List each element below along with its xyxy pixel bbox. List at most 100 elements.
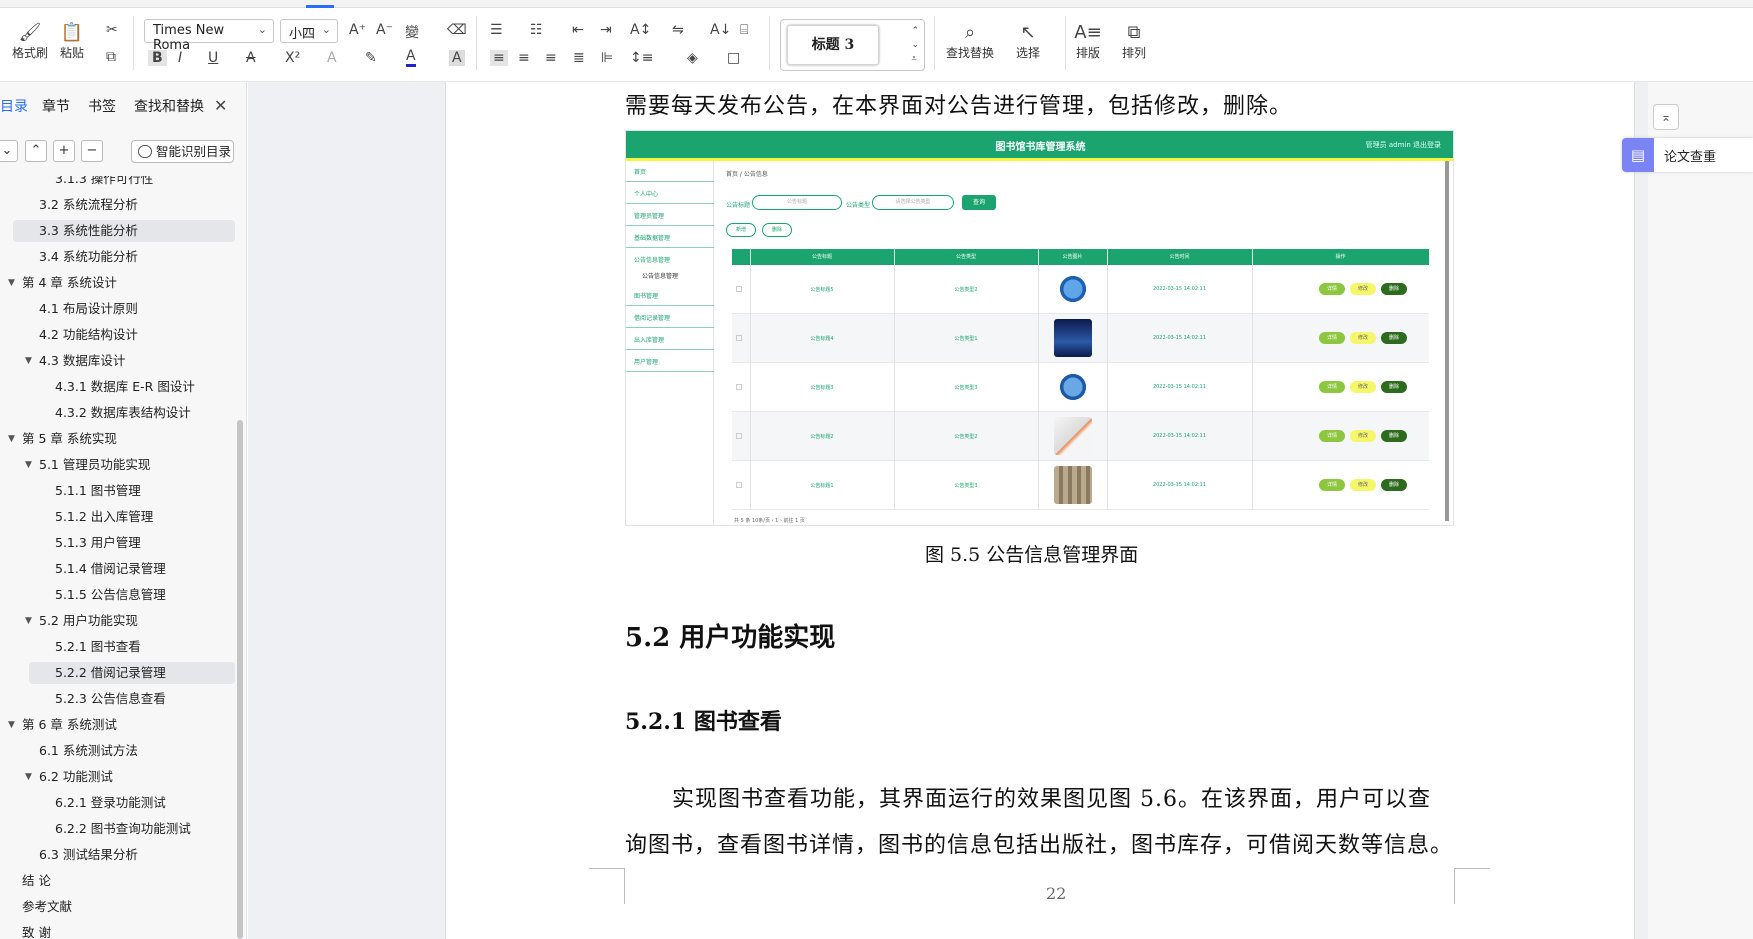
- tab-toc[interactable]: 目录: [0, 96, 28, 116]
- toc-item[interactable]: 6.1 系统测试方法: [39, 740, 138, 762]
- tab-strip: [0, 0, 1753, 8]
- toc-item[interactable]: 4.1 布局设计原则: [39, 298, 138, 320]
- level-up-button[interactable]: ⌃: [25, 140, 47, 162]
- font-name-select[interactable]: Times New Roma ⌄: [144, 19, 274, 53]
- line-spacing-icon[interactable]: ↕≡: [630, 50, 653, 66]
- toc-item[interactable]: 6.3 测试结果分析: [39, 844, 138, 866]
- grow-font-icon[interactable]: A⁺: [349, 22, 366, 38]
- figure-title-label: 公告标题: [726, 202, 751, 209]
- toc-item[interactable]: 5.1.2 出入库管理: [55, 506, 153, 528]
- figure-side-menu: 首页 个人中心 管理员管理 基础数据管理 公告信息管理 公告信息管理 图书管理 借阅记录管理出…: [626, 161, 714, 525]
- strikethrough-icon[interactable]: A: [246, 50, 256, 66]
- expand-triangle-icon[interactable]: ▼: [25, 350, 32, 372]
- decrease-indent-icon[interactable]: ⇤: [572, 22, 584, 38]
- toc-item[interactable]: 6.2.1 登录功能测试: [55, 792, 166, 814]
- paragraph-sort-icon[interactable]: ⇋: [672, 22, 684, 38]
- heading-2: 5.2 用户功能实现: [625, 623, 836, 653]
- toc-item[interactable]: 5.1.4 借阅记录管理: [55, 558, 166, 580]
- expand-triangle-icon[interactable]: ▼: [25, 610, 32, 632]
- toc-item[interactable]: 3.2 系统流程分析: [39, 194, 138, 216]
- char-shading-icon[interactable]: A: [449, 50, 465, 66]
- font-size-select[interactable]: 小四 ⌄: [280, 19, 338, 43]
- find-replace-button[interactable]: ⌕ 查找替换: [946, 20, 994, 61]
- figure-menu-divider: [626, 371, 714, 372]
- toc-item[interactable]: 致 谢: [22, 922, 51, 939]
- expand-triangle-icon[interactable]: ▼: [8, 714, 15, 736]
- border-icon[interactable]: □: [727, 50, 740, 66]
- tab-bookmarks[interactable]: 书签: [88, 96, 116, 116]
- shrink-font-icon[interactable]: A⁻: [376, 22, 393, 38]
- style-gallery[interactable]: 标题 3 ⌃ ⌄ ⩡: [780, 19, 925, 71]
- phonetic-icon[interactable]: 變: [405, 22, 419, 42]
- toc-item[interactable]: 4.3.1 数据库 E-R 图设计: [55, 376, 195, 398]
- superscript-icon[interactable]: X²: [285, 50, 300, 66]
- toc-item[interactable]: ▼ 第 5 章 系统实现: [8, 428, 117, 450]
- add-heading-button[interactable]: +: [53, 140, 75, 162]
- collapse-all-button[interactable]: ⌄: [0, 140, 18, 162]
- figure-menu-item: 公告信息管理: [642, 273, 679, 280]
- toc-item[interactable]: 参考文献: [22, 896, 72, 918]
- tab-chapters[interactable]: 章节: [42, 96, 70, 116]
- bold-icon[interactable]: B: [148, 50, 167, 66]
- text-direction-icon[interactable]: A↕: [630, 22, 651, 38]
- clear-format-icon[interactable]: ⌫: [447, 22, 467, 38]
- toc-item[interactable]: ▼ 6.2 功能测试: [25, 766, 113, 788]
- toc-item[interactable]: 5.1.3 用户管理: [55, 532, 141, 554]
- close-icon[interactable]: ✕: [214, 96, 227, 115]
- expand-triangle-icon[interactable]: ▼: [8, 272, 15, 294]
- font-color-icon[interactable]: A: [406, 48, 416, 67]
- toc-item[interactable]: ▼ 5.1 管理员功能实现: [25, 454, 150, 476]
- show-marks-icon[interactable]: ⌸: [740, 22, 748, 38]
- copy-icon[interactable]: ⧉: [106, 49, 116, 65]
- align-center-icon[interactable]: ≡: [518, 50, 530, 66]
- bullet-list-icon[interactable]: ☰: [490, 22, 503, 38]
- smart-toc-button[interactable]: 智能识别目录: [131, 140, 234, 163]
- paste-button[interactable]: 📋 粘贴: [60, 20, 84, 61]
- toc-item[interactable]: 3.1.3 操作可行性: [55, 176, 153, 190]
- toc-item[interactable]: ▼ 4.3 数据库设计: [25, 350, 125, 372]
- expand-triangle-icon[interactable]: ▼: [8, 428, 15, 450]
- cut-icon[interactable]: ✂: [106, 22, 118, 38]
- toc-item[interactable]: 4.3.2 数据库表结构设计: [55, 402, 191, 424]
- highlight-icon[interactable]: ✎: [365, 50, 377, 66]
- sidebar-scrollbar[interactable]: [237, 420, 243, 939]
- arrange-button[interactable]: ⧉ 排列: [1122, 20, 1146, 61]
- remove-heading-button[interactable]: −: [81, 140, 103, 162]
- toc-item-label: 5.1.2 出入库管理: [55, 509, 154, 524]
- toc-item[interactable]: 5.2.3 公告信息查看: [55, 688, 166, 710]
- distribute-icon[interactable]: ⊫: [601, 50, 613, 66]
- toc-item[interactable]: ▼ 第 6 章 系统测试: [8, 714, 117, 736]
- italic-icon[interactable]: I: [178, 50, 182, 66]
- toc-item[interactable]: 4.2 功能结构设计: [39, 324, 138, 346]
- toc-item[interactable]: 5.2.2 借阅记录管理: [29, 662, 235, 684]
- style-scroll-arrows[interactable]: ⌃ ⌄ ⩡: [911, 24, 919, 66]
- toc-item[interactable]: 结 论: [22, 870, 51, 892]
- toc-item[interactable]: 3.4 系统功能分析: [39, 246, 138, 268]
- toc-item[interactable]: 6.2.2 图书查询功能测试: [55, 818, 191, 840]
- toc-item[interactable]: 3.3 系统性能分析: [13, 220, 235, 242]
- text-effect-icon[interactable]: A: [327, 50, 337, 66]
- sort-icon[interactable]: A↓: [710, 22, 731, 38]
- expand-triangle-icon[interactable]: ▼: [25, 454, 32, 476]
- layout-button[interactable]: A≡ 排版: [1074, 20, 1101, 61]
- tab-find-replace[interactable]: 查找和替换: [134, 96, 204, 116]
- format-painter-button[interactable]: 🖌 格式刷: [12, 20, 48, 61]
- increase-indent-icon[interactable]: ⇥: [600, 22, 612, 38]
- numbered-list-icon[interactable]: ☷: [530, 22, 543, 38]
- toc-item[interactable]: 5.2.1 图书查看: [55, 636, 141, 658]
- toc-item[interactable]: 5.1.5 公告信息管理: [55, 584, 166, 606]
- underline-icon[interactable]: U: [208, 50, 218, 66]
- shading-icon[interactable]: ◈: [687, 50, 698, 66]
- align-right-icon[interactable]: ≡: [545, 50, 557, 66]
- justify-icon[interactable]: ≣: [573, 50, 585, 66]
- toc-item[interactable]: ▼ 5.2 用户功能实现: [25, 610, 138, 632]
- paper-check-button[interactable]: ▤ 论文查重: [1622, 138, 1753, 172]
- figure-menu-divider: [626, 181, 714, 182]
- toc-item[interactable]: 5.1.1 图书管理: [55, 480, 141, 502]
- style-heading-3[interactable]: 标题 3: [787, 25, 879, 65]
- toc-item[interactable]: ▼ 第 4 章 系统设计: [8, 272, 117, 294]
- collapse-panel-button[interactable]: ⌅: [1653, 104, 1679, 130]
- select-button[interactable]: ↖ 选择: [1016, 20, 1040, 61]
- align-left-icon[interactable]: ≡: [490, 50, 508, 66]
- expand-triangle-icon[interactable]: ▼: [25, 766, 32, 788]
